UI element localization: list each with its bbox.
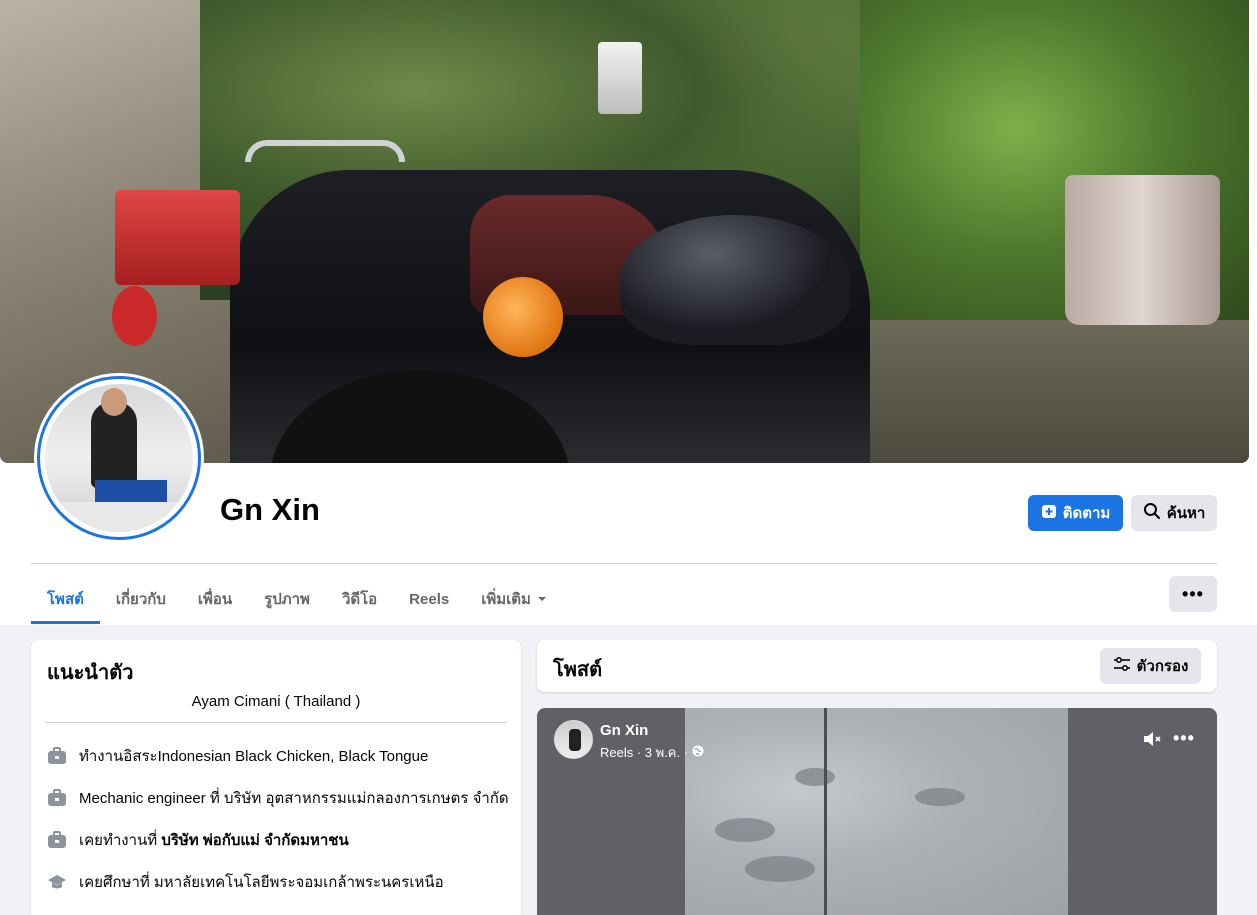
briefcase-icon [47, 788, 67, 808]
profile-name: Gn Xin [220, 492, 320, 527]
reel-author-name[interactable]: Gn Xin [600, 722, 648, 739]
search-label: ค้นหา [1166, 505, 1206, 522]
reel-meta-text: Reels · 3 พ.ค. · [600, 745, 689, 760]
filter-button[interactable]: ตัวกรอง [1100, 648, 1201, 684]
briefcase-icon [47, 746, 67, 766]
search-button[interactable]: ค้นหา [1131, 495, 1217, 531]
intro-title: แนะนำตัว [47, 662, 134, 684]
header-divider [31, 563, 1217, 564]
tab-photos[interactable]: รูปภาพ [248, 574, 326, 624]
reel-author-avatar[interactable] [554, 720, 593, 759]
profile-avatar[interactable] [34, 373, 204, 543]
tab-videos[interactable]: วิดีโอ [326, 574, 393, 624]
tab-reels[interactable]: Reels [393, 574, 465, 624]
intro-bio: Ayam Cimani ( Thailand ) [191, 693, 361, 710]
intro-item-work: Mechanic engineer ที่ บริษัท อุตสาหกรรมแ… [47, 786, 509, 810]
filter-icon [1113, 656, 1131, 676]
tab-posts[interactable]: โพสต์ [31, 574, 100, 624]
caret-down-icon [537, 591, 547, 608]
intro-card: แนะนำตัว Ayam Cimani ( Thailand ) ทำงานอ… [31, 640, 521, 915]
follow-label: ติดตาม [1062, 505, 1111, 522]
intro-item-education: เคยศึกษาที่ มหาลัยเทคโนโลยีพระจอมเกล้าพร… [47, 870, 444, 894]
reel-meta: Reels · 3 พ.ค. · [600, 742, 704, 763]
tab-friends[interactable]: เพื่อน [182, 574, 248, 624]
tab-label: Reels [409, 590, 450, 608]
tab-label: รูปภาพ [264, 591, 310, 608]
tab-about[interactable]: เกี่ยวกับ [100, 574, 182, 624]
intro-item-text: ทำงานอิสระIndonesian Black Chicken, Blac… [79, 748, 429, 765]
tab-label: เกี่ยวกับ [115, 591, 166, 608]
intro-item-work: ทำงานอิสระIndonesian Black Chicken, Blac… [47, 744, 428, 768]
posts-title: โพสต์ [553, 659, 603, 681]
profile-tabs: โพสต์ เกี่ยวกับ เพื่อน รูปภาพ วิดีโอ Ree… [31, 574, 563, 624]
reel-video-pole [824, 708, 827, 915]
profile-more-button[interactable]: ••• [1169, 576, 1217, 612]
intro-divider [46, 722, 506, 723]
globe-icon [692, 745, 704, 760]
mute-icon[interactable] [1141, 728, 1163, 750]
intro-item-employer-link[interactable]: บริษัท พ่อกับแม่ จำกัดมหาชน [161, 832, 348, 849]
search-icon [1143, 502, 1161, 524]
intro-item-text: Mechanic engineer ที่ บริษัท อุตสาหกรรมแ… [79, 790, 509, 807]
tab-label: เพิ่มเติม [481, 591, 531, 608]
reel-options-button[interactable]: ••• [1173, 728, 1195, 749]
tab-label: เพื่อน [197, 591, 233, 608]
tab-label: โพสต์ [47, 591, 84, 608]
tab-label: วิดีโอ [341, 591, 378, 608]
intro-item-prefix: เคยทำงานที่ [79, 832, 162, 849]
follow-icon [1041, 503, 1057, 523]
graduation-cap-icon [47, 872, 67, 892]
filter-label: ตัวกรอง [1136, 658, 1189, 675]
follow-button[interactable]: ติดตาม [1028, 495, 1123, 531]
reel-video[interactable] [685, 708, 1068, 915]
tab-more[interactable]: เพิ่มเติม [465, 574, 563, 624]
briefcase-icon [47, 830, 67, 850]
intro-item-text: เคยทำงานที่ บริษัท พ่อกับแม่ จำกัดมหาชน [79, 828, 349, 852]
intro-item-work: เคยทำงานที่ บริษัท พ่อกับแม่ จำกัดมหาชน [47, 828, 349, 852]
reel-post[interactable]: Gn Xin Reels · 3 พ.ค. · ••• [537, 708, 1217, 915]
cover-photo[interactable] [0, 0, 1249, 463]
posts-header-card: โพสต์ ตัวกรอง [537, 640, 1217, 692]
intro-item-text: เคยศึกษาที่ มหาลัยเทคโนโลยีพระจอมเกล้าพร… [79, 874, 444, 891]
